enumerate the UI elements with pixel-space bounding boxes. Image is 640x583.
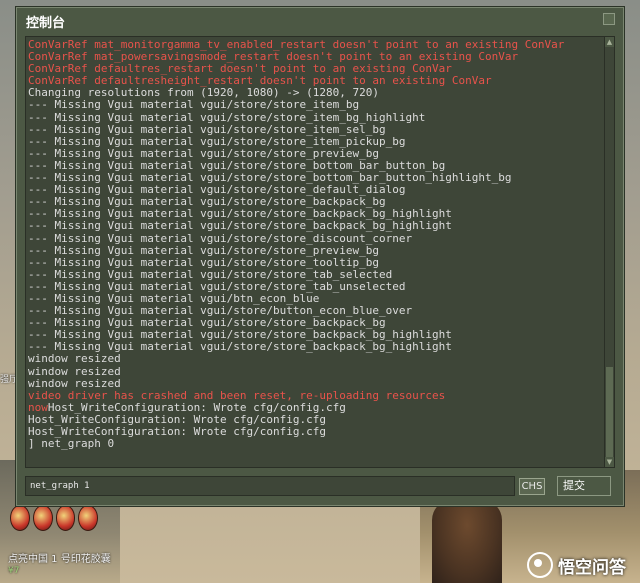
log-line: --- Missing Vgui material vgui/store/sto… (28, 98, 360, 112)
log-line: --- Missing Vgui material vgui/store/sto… (28, 243, 379, 257)
console-log[interactable]: ConVarRef mat_monitorgamma_tv_enabled_re… (25, 36, 605, 468)
watermark: 悟空问答 (527, 552, 626, 578)
ime-indicator: CHS (519, 478, 545, 495)
console-titlebar[interactable]: 控制台 (17, 8, 623, 32)
submit-button[interactable]: 提交 (557, 476, 611, 496)
log-line: --- Missing Vgui material vgui/store/sto… (28, 122, 386, 136)
console-title: 控制台 (26, 16, 66, 31)
log-line: ] net_graph 0 (28, 437, 115, 451)
close-button[interactable] (603, 13, 615, 25)
capsule-price: ¥7 (8, 566, 20, 576)
log-line: window resized (28, 352, 121, 366)
console-window: 控制台 ConVarRef mat_monitorgamma_tv_enable… (16, 7, 624, 506)
scroll-down-icon[interactable]: ▼ (605, 457, 614, 467)
command-input[interactable] (25, 476, 515, 496)
log-line: --- Missing Vgui material vgui/store/sto… (28, 231, 413, 245)
log-line: --- Missing Vgui material vgui/store/sto… (28, 255, 379, 269)
log-scrollbar[interactable]: ▲ ▼ (604, 36, 615, 468)
sticker-icon (55, 505, 76, 531)
sticker-icon (78, 505, 98, 531)
sticker-icon (10, 505, 30, 531)
scrollbar-thumb[interactable] (606, 367, 613, 457)
sticker-icon (32, 505, 53, 531)
log-line: window resized (28, 376, 121, 390)
log-line: Host_WriteConfiguration: Wrote cfg/confi… (28, 425, 327, 438)
log-line: window resized (28, 364, 121, 378)
sticker-capsule-image (10, 505, 98, 531)
character-model (432, 500, 502, 583)
scroll-up-icon[interactable]: ▲ (605, 37, 614, 47)
log-line: --- Missing Vgui material vgui/store/sto… (28, 110, 426, 124)
watermark-text: 悟空问答 (558, 557, 626, 578)
log-line-rest: Host_WriteConfiguration: Wrote cfg/confi… (47, 400, 346, 414)
command-row: CHS 提交 (25, 476, 615, 498)
log-line-prefix: now (28, 400, 48, 414)
log-line: --- Missing Vgui material vgui/store/sto… (28, 219, 452, 233)
capsule-title: 点亮中国 1 号印花胶囊 (8, 554, 111, 565)
watermark-logo-icon (527, 552, 553, 578)
